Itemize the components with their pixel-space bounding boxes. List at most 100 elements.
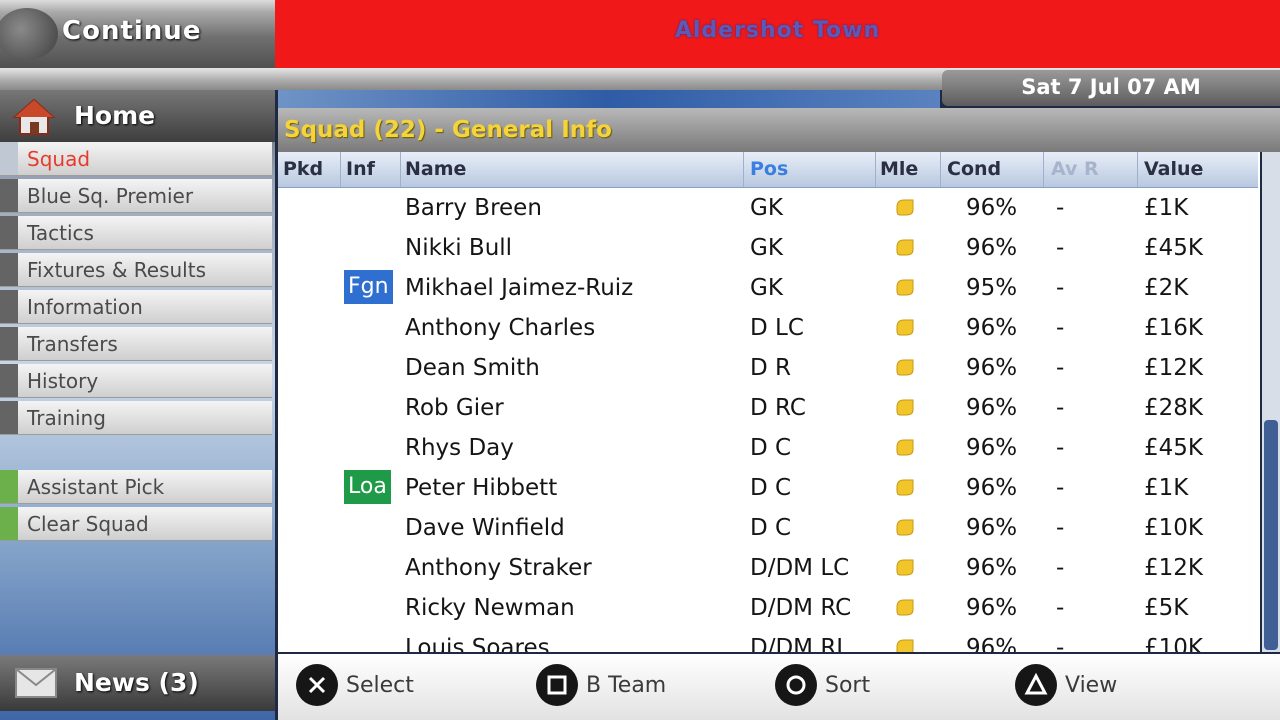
morale-icon [896, 279, 914, 296]
table-row[interactable]: Rob Gier D RC 96% - £28K [278, 388, 1258, 430]
table-row[interactable]: Nikki Bull GK 96% - £45K [278, 228, 1258, 270]
button-hint-label: View [1065, 673, 1118, 698]
continue-button[interactable]: Continue [0, 0, 275, 68]
player-position: D/DM RC [750, 595, 852, 621]
sidebar-item-label: Transfers [27, 332, 118, 356]
sidebar-item-label: Fixtures & Results [27, 258, 206, 282]
player-value: £1K [1144, 195, 1189, 221]
column-divider [1043, 152, 1044, 187]
sidebar-item-assistant-pick[interactable]: Assistant Pick [0, 470, 272, 504]
square-button-icon [536, 664, 578, 706]
player-condition: 96% [966, 395, 1018, 421]
player-name: Ricky Newman [405, 595, 575, 621]
sidebar-item-information[interactable]: Information [0, 290, 272, 324]
player-name: Dean Smith [405, 355, 540, 381]
menu-bullet [0, 364, 18, 397]
scrollbar-thumb[interactable] [1264, 420, 1278, 650]
morale-icon [896, 599, 914, 616]
player-average-rating: - [1056, 315, 1065, 341]
menu-bullet [0, 327, 18, 360]
column-header-name[interactable]: Name [405, 158, 466, 180]
sidebar-item-training[interactable]: Training [0, 401, 272, 435]
table-row[interactable]: Louis Soares D/DM RL 96% - £10K [278, 628, 1258, 652]
table-row[interactable]: Anthony Straker D/DM LC 96% - £12K [278, 548, 1258, 590]
player-condition: 96% [966, 515, 1018, 541]
player-value: £16K [1144, 315, 1203, 341]
player-position: D C [750, 515, 792, 541]
news-button[interactable]: News (3) [0, 655, 275, 711]
sidebar-item-fixtures-results[interactable]: Fixtures & Results [0, 253, 272, 287]
player-name: Louis Soares [405, 635, 550, 652]
sidebar-item-tactics[interactable]: Tactics [0, 216, 272, 250]
player-condition: 96% [966, 315, 1018, 341]
morale-icon [896, 199, 914, 216]
table-row[interactable]: Rhys Day D C 96% - £45K [278, 428, 1258, 470]
player-position: GK [750, 235, 783, 261]
sidebar-item-clear-squad[interactable]: Clear Squad [0, 507, 272, 541]
sidebar-item-squad[interactable]: Squad [0, 142, 272, 176]
column-header-mle[interactable]: Mle [880, 158, 918, 180]
player-condition: 95% [966, 275, 1018, 301]
player-position: GK [750, 275, 783, 301]
home-button[interactable]: Home [0, 90, 275, 142]
sidebar-item-label: Assistant Pick [27, 475, 165, 499]
player-average-rating: - [1056, 555, 1065, 581]
player-name: Anthony Charles [405, 315, 596, 341]
sidebar-item-label: Clear Squad [27, 512, 149, 536]
menu-bullet [0, 401, 18, 434]
player-average-rating: - [1056, 435, 1065, 461]
button-hint-label: Select [346, 673, 414, 698]
table-row[interactable]: Dean Smith D R 96% - £12K [278, 348, 1258, 390]
column-header-cond[interactable]: Cond [947, 158, 1001, 180]
player-value: £2K [1144, 275, 1189, 301]
morale-icon [896, 319, 914, 336]
player-value: £1K [1144, 475, 1189, 501]
player-name: Anthony Straker [405, 555, 592, 581]
player-average-rating: - [1056, 515, 1065, 541]
date-display: Sat 7 Jul 07 AM [942, 70, 1280, 106]
table-header: Pkd Inf Name Pos Mle Cond Av R Value [278, 152, 1258, 189]
column-header-inf[interactable]: Inf [346, 158, 375, 180]
table-row[interactable]: Anthony Charles D LC 96% - £16K [278, 308, 1258, 350]
column-divider [400, 152, 401, 187]
player-condition: 96% [966, 235, 1018, 261]
table-row[interactable]: Loa Peter Hibbett D C 96% - £1K [278, 468, 1258, 510]
player-condition: 96% [966, 475, 1018, 501]
squad-table: Pkd Inf Name Pos Mle Cond Av R Value Bar… [278, 152, 1260, 652]
table-row[interactable]: Barry Breen GK 96% - £1K [278, 188, 1258, 230]
sidebar-item-label: Training [27, 406, 106, 430]
menu-bullet [0, 142, 18, 175]
morale-icon [896, 239, 914, 256]
player-value: £45K [1144, 435, 1203, 461]
cross-button-icon [296, 664, 338, 706]
player-condition: 96% [966, 435, 1018, 461]
player-position: GK [750, 195, 783, 221]
button-hint-label: Sort [825, 673, 871, 698]
foreign-badge: Fgn [344, 270, 393, 304]
column-header-pos[interactable]: Pos [750, 158, 788, 180]
player-value: £12K [1144, 555, 1203, 581]
morale-icon [896, 559, 914, 576]
player-name: Rob Gier [405, 395, 504, 421]
sidebar-item-blue-sq-premier[interactable]: Blue Sq. Premier [0, 179, 272, 213]
sidebar-item-history[interactable]: History [0, 364, 272, 398]
table-row[interactable]: Dave Winfield D C 96% - £10K [278, 508, 1258, 550]
morale-icon [896, 479, 914, 496]
column-header-av-r[interactable]: Av R [1051, 158, 1099, 180]
sidebar-item-transfers[interactable]: Transfers [0, 327, 272, 361]
table-row[interactable]: Fgn Mikhael Jaimez-Ruiz GK 95% - £2K [278, 268, 1258, 310]
morale-icon [896, 399, 914, 416]
player-average-rating: - [1056, 195, 1065, 221]
player-name: Mikhael Jaimez-Ruiz [405, 275, 634, 301]
column-divider [1137, 152, 1138, 187]
table-row[interactable]: Ricky Newman D/DM RC 96% - £5K [278, 588, 1258, 630]
player-average-rating: - [1056, 475, 1065, 501]
column-header-value[interactable]: Value [1144, 158, 1203, 180]
player-condition: 96% [966, 555, 1018, 581]
player-value: £45K [1144, 235, 1203, 261]
menu-bullet [0, 470, 18, 503]
column-header-pkd[interactable]: Pkd [283, 158, 323, 180]
envelope-icon [15, 668, 57, 698]
column-divider [940, 152, 941, 187]
menu-bullet [0, 179, 18, 212]
